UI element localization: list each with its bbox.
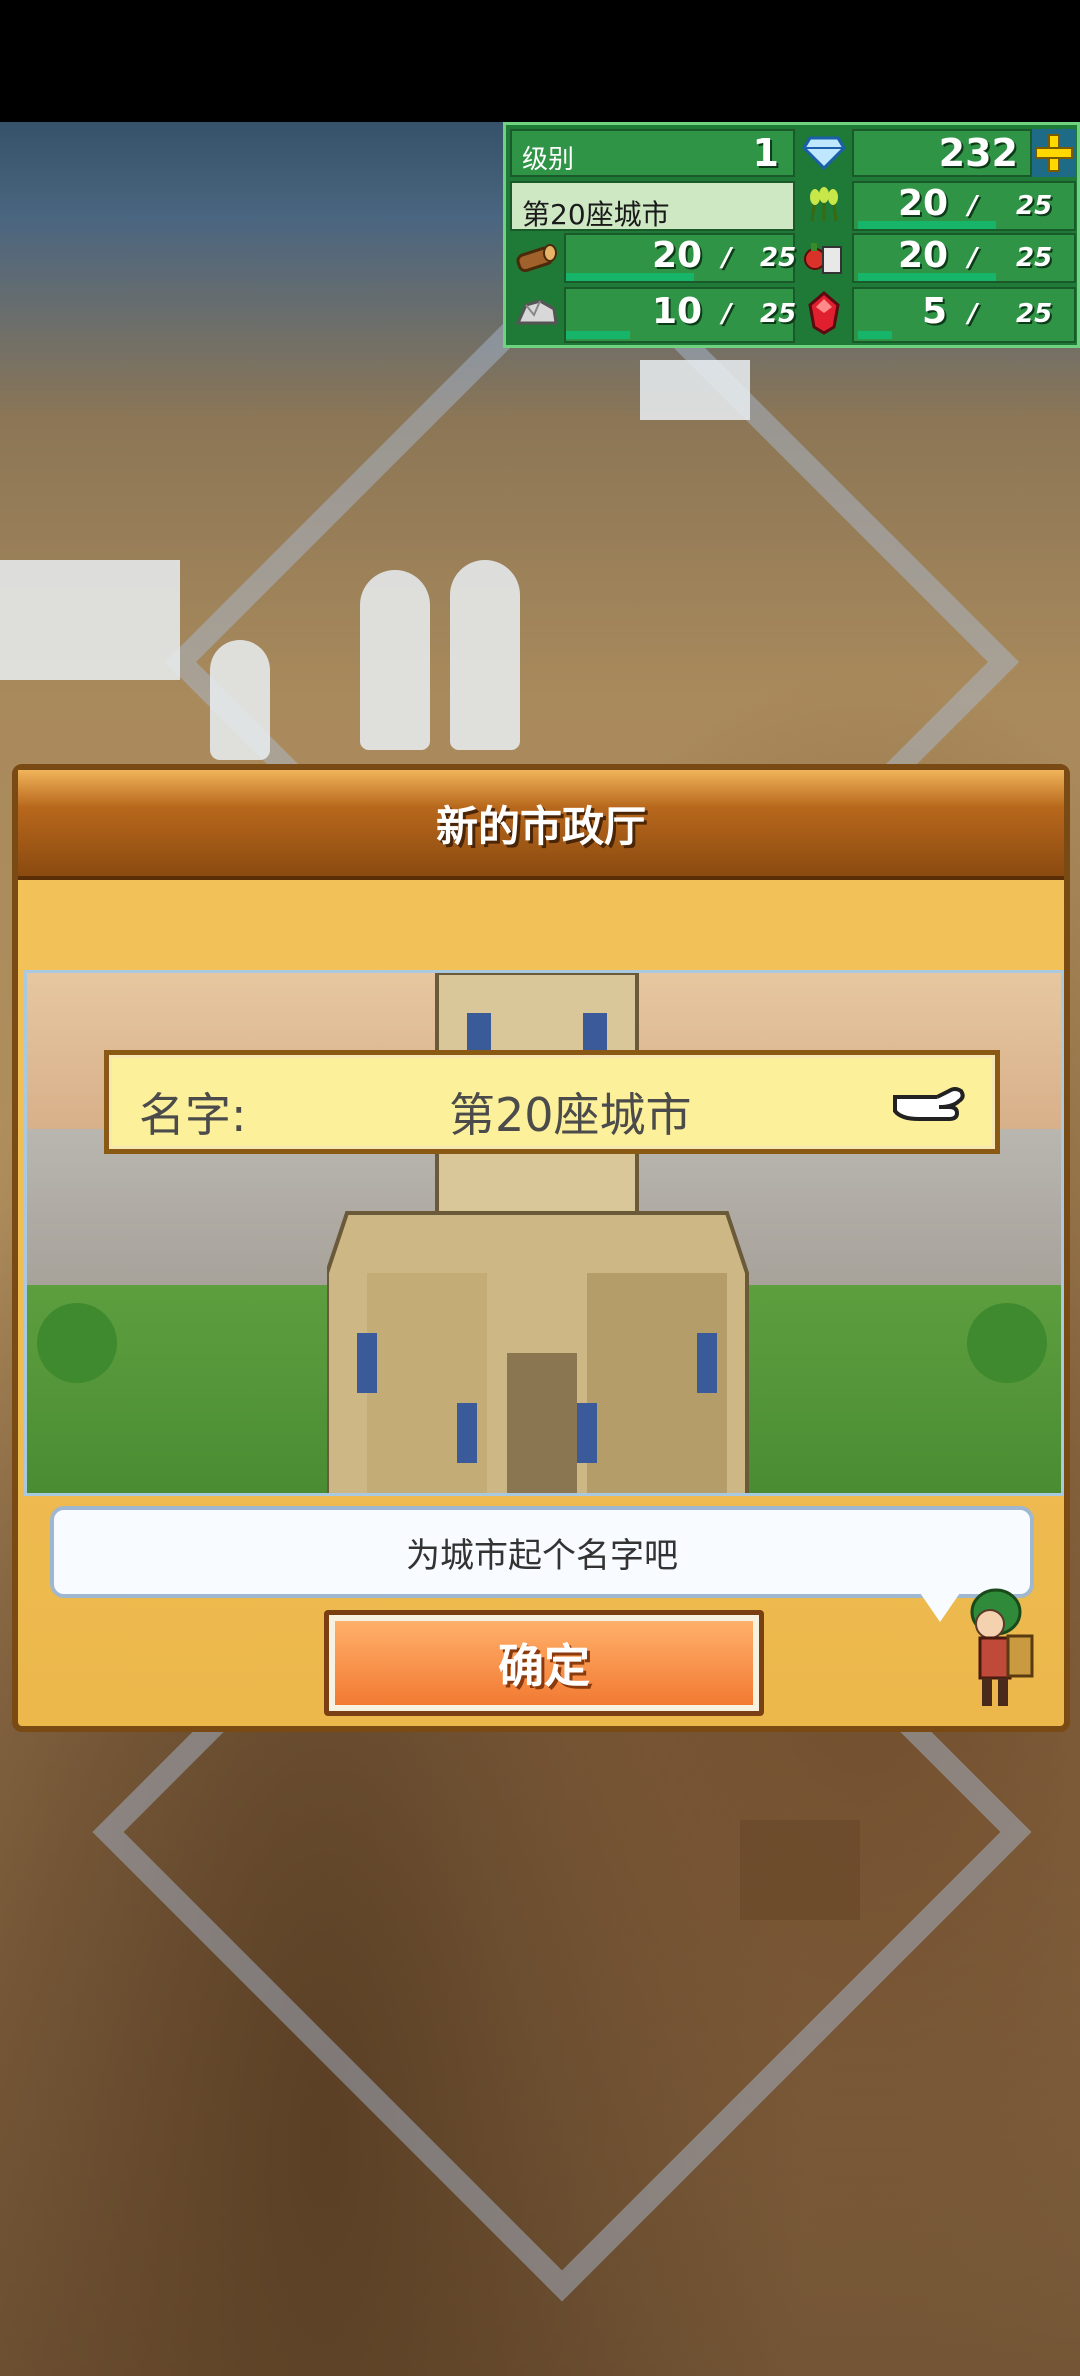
food-icon xyxy=(801,237,847,277)
ruby-slash: / xyxy=(968,299,978,329)
resource-panel: 级别 1 232 第20座城市 20 / 25 20 / 25 20 / 25 xyxy=(503,122,1080,348)
dialog-title: 新的市政厅 xyxy=(18,770,1064,880)
plus-icon xyxy=(1035,134,1073,172)
wood-bar xyxy=(566,273,694,281)
hint-bubble: 为城市起个名字吧 xyxy=(50,1506,1034,1598)
grain-bar xyxy=(858,221,996,229)
hint-text: 为城市起个名字吧 xyxy=(406,1535,678,1576)
new-city-hall-dialog: 新的市政厅 名字: 第20座城市 为城市起个名字吧 确定 xyxy=(12,764,1070,1732)
level-label: 级别 xyxy=(522,145,575,175)
snow-patch xyxy=(640,360,750,420)
wood-cell: 20 / 25 xyxy=(564,233,797,283)
stone-cell: 10 / 25 xyxy=(564,287,797,343)
name-label: 名字: xyxy=(139,1088,247,1142)
food-current: 20 xyxy=(898,235,949,276)
snow-tree xyxy=(360,570,430,750)
confirm-button[interactable]: 确定 xyxy=(324,1610,764,1716)
wood-current: 20 xyxy=(652,235,703,276)
grain-max: 25 xyxy=(1016,191,1053,221)
confirm-label: 确定 xyxy=(335,1621,753,1705)
gem-count: 232 xyxy=(938,131,1018,175)
food-bar xyxy=(858,273,996,281)
level-cell: 级别 1 xyxy=(510,129,795,177)
food-max: 25 xyxy=(1016,243,1053,273)
assistant-character xyxy=(970,1588,1034,1706)
level-value: 1 xyxy=(752,131,779,175)
grain-cell: 20 / 25 xyxy=(852,181,1076,231)
treasure-chest[interactable] xyxy=(740,1820,860,1920)
bush xyxy=(967,1303,1047,1383)
grain-slash: / xyxy=(968,191,978,221)
plus-button[interactable] xyxy=(1032,129,1076,177)
wood-slash: / xyxy=(722,243,732,273)
name-value[interactable]: 第20座城市 xyxy=(449,1079,692,1145)
bush xyxy=(37,1303,117,1383)
stone-icon xyxy=(514,291,560,331)
city-name: 第20座城市 xyxy=(522,198,670,231)
food-cell: 20 / 25 xyxy=(852,233,1076,283)
snow-tree xyxy=(450,560,520,750)
stone-bar xyxy=(566,331,630,339)
stone-max: 25 xyxy=(760,299,797,329)
city-name-cell[interactable]: 第20座城市 xyxy=(510,181,795,231)
stone-slash: / xyxy=(722,299,732,329)
stone-current: 10 xyxy=(652,291,703,332)
ruby-cell: 5 / 25 xyxy=(852,287,1076,343)
ruby-bar xyxy=(858,331,892,339)
snow-tree xyxy=(210,640,270,760)
city-name-field[interactable]: 名字: 第20座城市 xyxy=(104,1050,1000,1154)
ruby-current: 5 xyxy=(922,291,948,332)
wood-max: 25 xyxy=(760,243,797,273)
pointing-hand-icon[interactable] xyxy=(889,1077,969,1131)
ruby-max: 25 xyxy=(1016,299,1053,329)
grain-icon xyxy=(801,185,847,225)
diamond-icon xyxy=(801,133,847,173)
city-hall-illustration xyxy=(24,970,1064,1496)
ruby-icon xyxy=(801,291,847,335)
food-slash: / xyxy=(968,243,978,273)
gem-count-cell: 232 xyxy=(852,129,1032,177)
grain-current: 20 xyxy=(898,183,949,224)
snow-patch xyxy=(0,560,180,680)
wood-icon xyxy=(514,237,560,277)
